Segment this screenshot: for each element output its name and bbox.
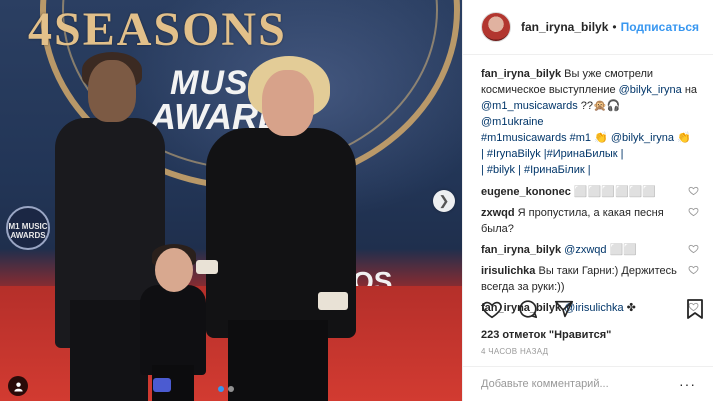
post-photo[interactable]: 4SEASONS MUSIC AWARDS M1 MUSIC AWARDS OS…: [0, 0, 462, 401]
heart-icon[interactable]: [481, 298, 503, 320]
heart-icon[interactable]: [688, 185, 699, 196]
follow-button[interactable]: Подписаться: [621, 20, 699, 34]
post-caption: fan_iryna_bilyk Вы уже смотрели космичес…: [481, 66, 699, 178]
comment-item: eugene_kononec ⬜⬜⬜⬜⬜⬜: [481, 184, 699, 200]
likes-count[interactable]: 223 отметок "Нравится": [481, 329, 611, 341]
header-username[interactable]: fan_iryna_bilyk: [521, 20, 608, 34]
woman-cuff-left: [196, 260, 218, 274]
comments-list: fan_iryna_bilyk Вы уже смотрели космичес…: [481, 66, 699, 321]
comment-input[interactable]: [481, 378, 671, 390]
user-tag-icon[interactable]: [8, 376, 28, 396]
man-legs: [70, 300, 148, 401]
woman-legs: [228, 320, 328, 401]
mention-link[interactable]: @m1_musicawards: [481, 100, 578, 112]
comment-text: ⬜⬜: [606, 244, 637, 256]
comment-username[interactable]: eugene_kononec: [481, 186, 571, 198]
caption-text: 👏: [674, 132, 691, 144]
woman-cuff: [318, 292, 348, 310]
mention-link[interactable]: @m1ukraine: [481, 116, 544, 128]
post-timestamp[interactable]: 4 часов назад: [481, 347, 548, 356]
hashtag-line[interactable]: | #IrynaBilyk |#ИринаБилык |: [481, 148, 624, 160]
bookmark-icon[interactable]: [685, 298, 705, 320]
comment-item: irisulichka Вы таки Гарни:) Держитесь вс…: [481, 263, 699, 295]
backdrop-small-logo: M1 MUSIC AWARDS: [6, 206, 50, 250]
share-icon[interactable]: [553, 298, 575, 320]
heart-icon[interactable]: [688, 243, 699, 254]
woman-head: [262, 70, 314, 136]
caption-text: 👏: [591, 132, 611, 144]
mention-link[interactable]: @bilyk_iryna: [619, 84, 682, 96]
comment-text: ✤: [623, 302, 636, 314]
heart-icon[interactable]: [688, 264, 699, 275]
child-head: [155, 248, 193, 292]
comment-username[interactable]: irisulichka: [481, 265, 535, 277]
hashtag-link[interactable]: #m1musicawards: [481, 132, 567, 144]
hashtag-link[interactable]: #m1: [567, 132, 591, 144]
action-bar: [481, 298, 575, 320]
comment-item: zxwqd Я пропустила, а какая песня была?: [481, 205, 699, 237]
avatar[interactable]: [481, 12, 511, 42]
carousel-dot-1: [218, 386, 224, 392]
header-separator: •: [612, 20, 617, 34]
post-side-panel: fan_iryna_bilyk • Подписаться fan_iryna_…: [462, 0, 713, 401]
more-options-icon[interactable]: ···: [679, 376, 696, 392]
mention-link[interactable]: @bilyk_iryna: [611, 132, 674, 144]
backdrop-logo-4seasons: 4SEASONS: [28, 3, 287, 56]
caption-text: на: [681, 84, 698, 96]
add-comment-bar: ···: [463, 366, 713, 401]
hashtag-line[interactable]: | #bilyk | #ІринаБілик |: [481, 164, 591, 176]
comment-text: ⬜⬜⬜⬜⬜⬜: [570, 186, 657, 198]
comment-username[interactable]: fan_iryna_bilyk: [481, 244, 561, 256]
child-shoe: [153, 378, 171, 392]
post-header: fan_iryna_bilyk • Подписаться: [463, 0, 713, 55]
comment-item: fan_iryna_bilyk @zxwqd ⬜⬜: [481, 242, 699, 258]
carousel-dot-2: [228, 386, 234, 392]
heart-icon[interactable]: [688, 206, 699, 217]
mention-link[interactable]: @zxwqd: [564, 244, 606, 256]
caption-username[interactable]: fan_iryna_bilyk: [481, 68, 561, 80]
caption-text: ??🙊🎧: [577, 100, 621, 112]
comment-icon[interactable]: [517, 298, 539, 320]
chevron-right-icon[interactable]: ❯: [433, 190, 455, 212]
child-figure: [140, 285, 206, 375]
comment-username[interactable]: zxwqd: [481, 207, 515, 219]
man-head: [88, 60, 136, 122]
carousel-indicator: [218, 386, 234, 392]
